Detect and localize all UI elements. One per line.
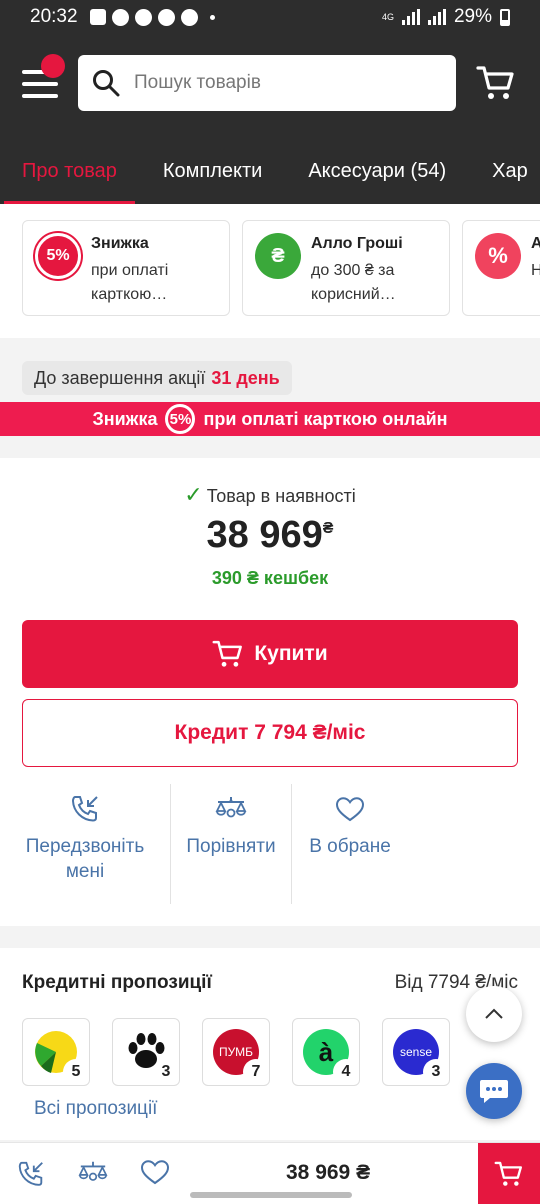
compare-scales-icon	[215, 797, 247, 818]
banner-text-before: Знижка	[92, 408, 158, 429]
discount-banner[interactable]: Знижка 5% при оплаті карткою онлайн	[0, 402, 540, 436]
promo-desc: Н ч	[531, 262, 540, 279]
promo-desc: до 300 ₴ за корисний…	[311, 262, 396, 303]
availability: ✓ Товар в наявності	[0, 482, 540, 508]
bank-offer-2[interactable]: 3	[112, 1018, 180, 1086]
price-value: 38 969	[206, 514, 323, 556]
tab-bundles[interactable]: Комплекти	[163, 150, 262, 204]
bank-offer-5[interactable]: sense 3	[382, 1018, 450, 1086]
scroll-top-button[interactable]	[466, 986, 522, 1042]
price-currency: ₴	[322, 520, 334, 537]
buy-button[interactable]: Купити	[22, 620, 518, 688]
banner-text-after: при оплаті карткою онлайн	[203, 408, 448, 429]
notification-badge	[41, 54, 65, 78]
bank-offer-count: 4	[333, 1059, 359, 1085]
search-input[interactable]	[134, 72, 434, 94]
product-actions: Передзвоніть мені Порівняти В обране	[0, 784, 540, 904]
signal-icon	[401, 9, 420, 25]
promo-title: Алло Гроші	[311, 235, 403, 252]
promo-card-third[interactable]: % А Н ч	[462, 220, 540, 316]
bank-offer-4[interactable]: à 4	[292, 1018, 360, 1086]
tab-accessories[interactable]: Аксесуари (54)	[308, 150, 446, 204]
favorite-label: В обране	[309, 836, 391, 857]
battery-level: 29%	[453, 6, 492, 27]
availability-text: Товар в наявності	[206, 486, 356, 506]
bank-offer-count: 5	[63, 1059, 89, 1085]
check-icon: ✓	[184, 482, 203, 507]
cashback: 390 ₴ кешбек	[211, 568, 329, 588]
telegram-icon	[180, 8, 198, 26]
product-price: 38 969₴	[0, 514, 540, 557]
chevron-up-icon	[485, 1008, 503, 1019]
send-icon	[157, 8, 175, 26]
promo-strip: 5% Знижка при оплаті карткою… ₴ Алло Гро…	[0, 204, 540, 338]
buy-button-label: Купити	[254, 642, 328, 665]
discount-5-icon: 5%	[165, 404, 196, 434]
countdown-value: 31 день	[211, 367, 280, 388]
tab-specs[interactable]: Хар	[492, 150, 528, 204]
app-header: Про товар Комплекти Аксесуари (54) Хар	[0, 34, 540, 204]
promo-card-discount[interactable]: 5% Знижка при оплаті карткою…	[22, 220, 230, 316]
cart-icon	[494, 1161, 522, 1186]
phone-callback-icon	[71, 796, 98, 822]
bank-offer-count: 7	[243, 1059, 269, 1085]
compare-scales-icon[interactable]	[78, 1159, 108, 1187]
search-icon	[93, 70, 120, 97]
heart-icon[interactable]	[140, 1159, 170, 1185]
chat-button[interactable]	[466, 1063, 522, 1119]
bank-offer-1[interactable]: 5	[22, 1018, 90, 1086]
credit-button[interactable]: Кредит 7 794 ₴/міс	[22, 699, 518, 767]
bottom-price: 38 969 ₴	[286, 1161, 371, 1184]
gift-box-icon: ₴	[255, 233, 301, 279]
promo-countdown: До завершення акції 31 день	[22, 361, 292, 395]
product-tabs: Про товар Комплекти Аксесуари (54) Хар	[0, 150, 540, 204]
callback-label: Передзвоніть мені	[25, 836, 145, 882]
percent-icon: %	[475, 233, 521, 279]
bank-offer-count: 3	[153, 1059, 179, 1085]
more-notifications-icon	[209, 14, 215, 20]
bank-offer-3[interactable]: ПУМБ 7	[202, 1018, 270, 1086]
compare-label: Порівняти	[186, 836, 276, 857]
promo-title: А	[531, 235, 540, 252]
notification-icons	[89, 8, 215, 26]
promo-card-allo-money[interactable]: ₴ Алло Гроші до 300 ₴ за корисний…	[242, 220, 450, 316]
credit-title: Кредитні пропозиції	[22, 972, 212, 993]
phone-callback-icon[interactable]	[16, 1159, 46, 1189]
status-bar: 20:32 4G 29%	[0, 0, 540, 34]
all-offers-link[interactable]: Всі пропозиції	[34, 1098, 157, 1120]
callback-button[interactable]: Передзвоніть мені	[0, 784, 170, 904]
cart-icon	[212, 640, 243, 667]
favorite-button[interactable]: В обране	[292, 784, 408, 904]
status-time: 20:32	[30, 6, 78, 27]
signal-icon	[427, 9, 446, 25]
countdown-label: До завершення акції	[34, 367, 206, 388]
cart-icon[interactable]	[476, 64, 516, 102]
telegram-icon	[134, 8, 152, 26]
battery-icon	[500, 8, 510, 26]
chat-icon	[480, 1080, 508, 1103]
discount-5-icon: 5%	[35, 233, 81, 279]
buy-box: ✓ Товар в наявності 38 969₴ 390 ₴ кешбек …	[0, 458, 540, 926]
gallery-icon	[89, 9, 106, 25]
bank-offer-count: 3	[423, 1059, 449, 1085]
compare-button[interactable]: Порівняти	[171, 784, 291, 904]
telegram-icon	[111, 8, 129, 26]
credit-offers: Кредитні пропозиції Від 7794 ₴/міс 5 3 П…	[0, 948, 540, 1140]
search-bar[interactable]	[78, 55, 456, 111]
bottom-cart-button[interactable]	[478, 1143, 540, 1204]
network-type: 4G	[381, 11, 394, 22]
heart-icon	[335, 797, 365, 822]
promo-title: Знижка	[91, 235, 149, 252]
promo-desc: при оплаті карткою…	[91, 262, 169, 303]
tab-about[interactable]: Про товар	[4, 150, 135, 204]
home-indicator[interactable]	[190, 1192, 352, 1198]
